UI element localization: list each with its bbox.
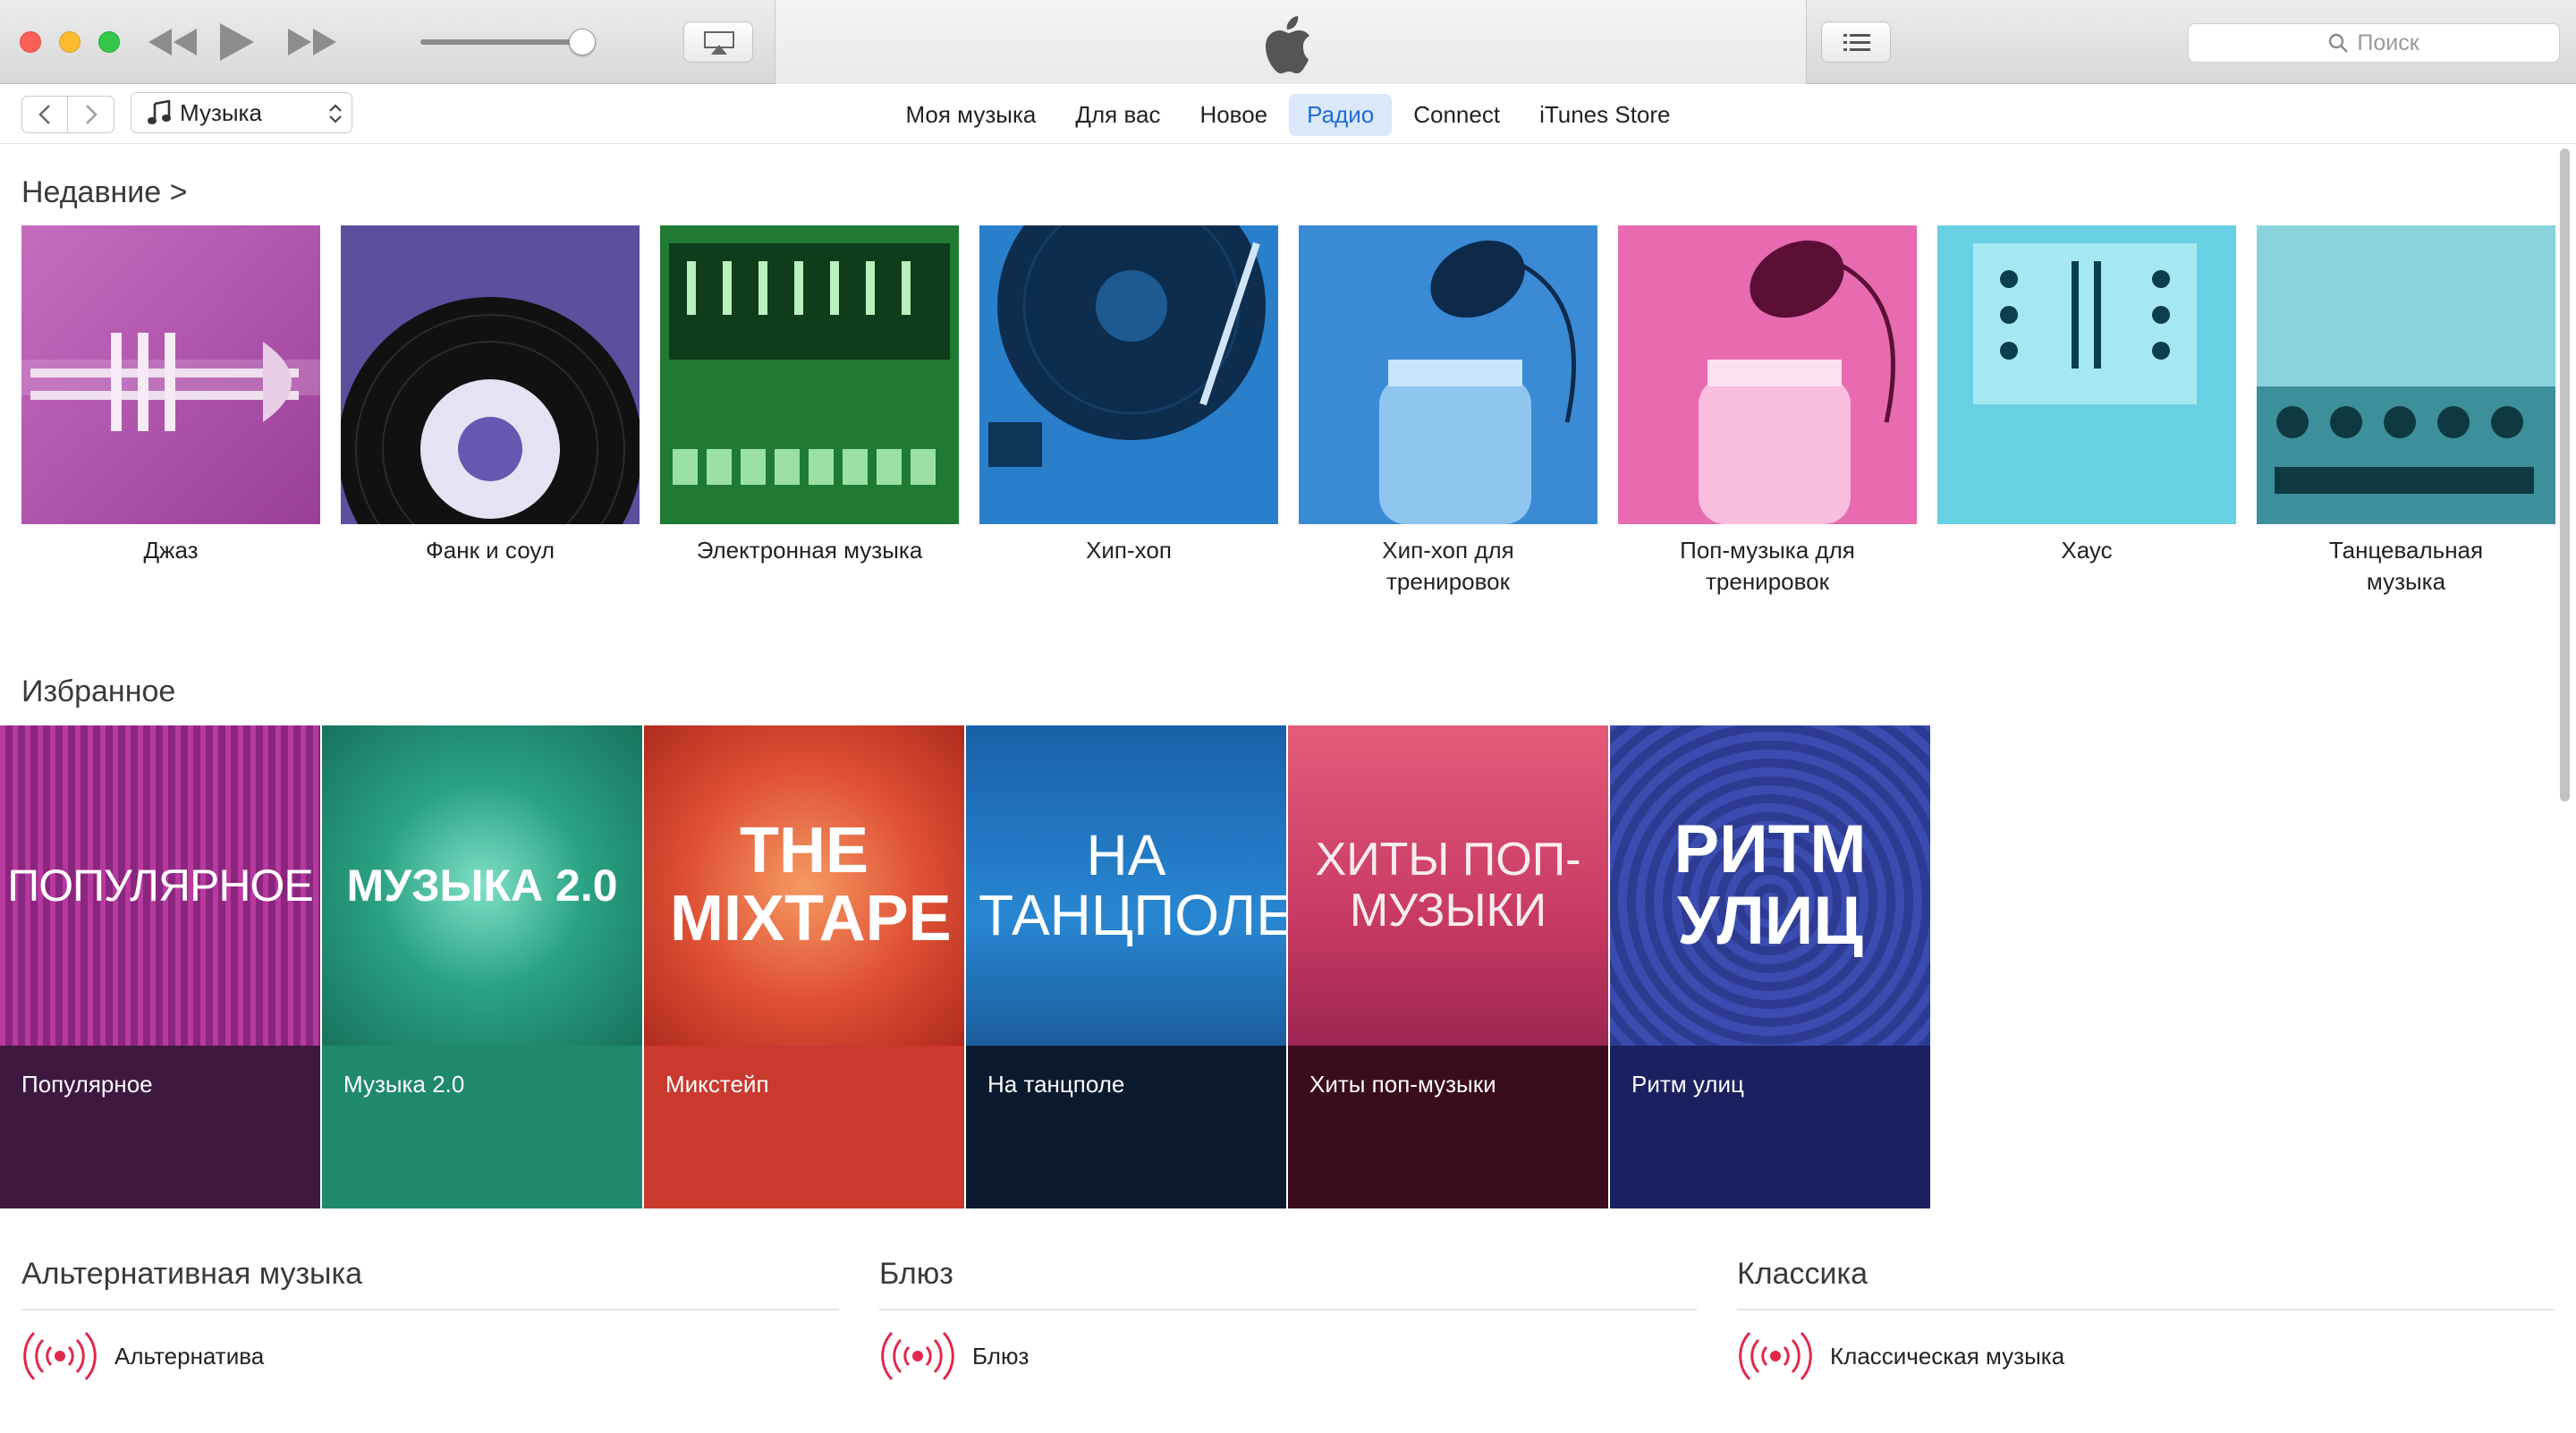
- radio-broadcast-icon: [1739, 1331, 1812, 1381]
- featured-card-mixtape[interactable]: THE MIXTAPE Микстейп: [644, 725, 964, 1208]
- recent-card-funk-soul[interactable]: [341, 225, 640, 524]
- featured-art-popular: ПОПУЛЯРНОЕ: [0, 725, 320, 1046]
- featured-art-pop-hits: ХИТЫ ПОП-МУЗЫКИ: [1288, 725, 1608, 1046]
- featured-card-music-2[interactable]: МУЗЫКА 2.0 Музыка 2.0: [322, 725, 642, 1208]
- apple-logo-icon: [1266, 16, 1309, 73]
- recent-card-hiphop[interactable]: [979, 225, 1278, 524]
- list-icon: [1843, 34, 1870, 51]
- zoom-window-button[interactable]: [98, 31, 120, 53]
- vinyl-record-icon: [341, 297, 640, 524]
- featured-label-popular: Популярное: [0, 1046, 320, 1208]
- featured-card-pop-hits[interactable]: ХИТЫ ПОП-МУЗЫКИ Хиты поп-музыки: [1288, 725, 1608, 1208]
- station-label-blues: Блюз: [972, 1342, 1030, 1369]
- tab-my-music[interactable]: Моя музыка: [887, 94, 1054, 136]
- featured-card-street-rhythm[interactable]: РИТМ УЛИЦ Ритм улиц: [1610, 725, 1930, 1208]
- station-blues[interactable]: Блюз: [879, 1329, 1029, 1383]
- minimize-window-button[interactable]: [59, 31, 80, 53]
- rewind-icon[interactable]: [148, 29, 197, 55]
- music-note-icon: [148, 100, 171, 124]
- genre-title-classical[interactable]: Классика: [1737, 1257, 1868, 1292]
- genre-title-alternative[interactable]: Альтернативная музыка: [21, 1257, 362, 1292]
- featured-art-mixtape: THE MIXTAPE: [644, 725, 964, 1046]
- library-label: Музыка: [180, 98, 262, 126]
- fast-forward-icon[interactable]: [288, 29, 336, 55]
- recent-label-dance[interactable]: Танцевальная музыка: [2257, 535, 2555, 598]
- chevron-right-icon: [85, 105, 97, 124]
- tab-for-you[interactable]: Для вас: [1057, 94, 1178, 136]
- drum-machine-icon: [660, 225, 959, 524]
- station-label-classical: Классическая музыка: [1830, 1342, 2065, 1369]
- water-bottle-icon: [1699, 240, 1895, 524]
- search-icon: [2329, 33, 2349, 53]
- featured-art-street-rhythm: РИТМ УЛИЦ: [1610, 725, 1930, 1046]
- recent-label-house[interactable]: Хаус: [1937, 535, 2236, 566]
- chevron-left-icon: [38, 105, 50, 124]
- recent-card-electronic[interactable]: [660, 225, 959, 524]
- recent-card-house[interactable]: [1937, 225, 2236, 524]
- station-label-alternative: Альтернатива: [114, 1342, 265, 1369]
- recent-label-hiphop[interactable]: Хип-хоп: [979, 535, 1278, 566]
- updown-chevron-icon: [329, 104, 342, 123]
- turntable-icon: [979, 225, 1278, 524]
- featured-label-music-2: Музыка 2.0: [322, 1046, 642, 1208]
- search-field[interactable]: Поиск: [2188, 23, 2560, 63]
- featured-section-title: Избранное: [21, 674, 176, 708]
- featured-label-street-rhythm: Ритм улиц: [1610, 1046, 1930, 1208]
- genre-divider: [21, 1309, 839, 1310]
- airplay-icon: [704, 31, 734, 55]
- title-bar: Поиск: [0, 0, 2576, 84]
- dj-controller-icon: [2257, 225, 2555, 524]
- recent-card-dance[interactable]: [2257, 225, 2555, 524]
- featured-card-popular[interactable]: ПОПУЛЯРНОЕ Популярное: [0, 725, 320, 1208]
- trumpet-icon: [21, 333, 320, 431]
- tab-bar: Моя музыка Для вас Новое Радио Connect i…: [0, 85, 2576, 144]
- search-placeholder: Поиск: [2357, 30, 2419, 55]
- genre-divider: [1737, 1309, 2555, 1310]
- close-window-button[interactable]: [20, 31, 41, 53]
- water-bottle-icon: [1379, 240, 1576, 524]
- airplay-button[interactable]: [683, 21, 753, 63]
- tab-radio[interactable]: Радио: [1289, 93, 1393, 136]
- recent-card-jazz[interactable]: [21, 225, 320, 524]
- featured-card-dancefloor[interactable]: НА ТАНЦПОЛЕ На танцполе: [966, 725, 1286, 1208]
- play-icon[interactable]: [220, 23, 254, 61]
- radio-broadcast-icon: [23, 1331, 97, 1381]
- featured-art-dancefloor: НА ТАНЦПОЛЕ: [966, 725, 1286, 1046]
- dj-mixer-icon: [1937, 225, 2236, 524]
- forward-button[interactable]: [68, 96, 114, 133]
- recent-label-jazz[interactable]: Джаз: [21, 535, 320, 566]
- recent-label-electronic[interactable]: Электронная музыка: [660, 535, 959, 566]
- recent-label-hiphop-workout[interactable]: Хип-хоп для тренировок: [1299, 535, 1597, 598]
- station-alternative[interactable]: Альтернатива: [21, 1329, 264, 1383]
- up-next-button[interactable]: [1821, 21, 1891, 63]
- genre-title-blues[interactable]: Блюз: [879, 1257, 953, 1292]
- volume-slider[interactable]: [420, 39, 590, 45]
- recent-label-funk-soul[interactable]: Фанк и соул: [341, 535, 640, 566]
- station-classical[interactable]: Классическая музыка: [1737, 1329, 2064, 1383]
- radio-broadcast-icon: [881, 1331, 954, 1381]
- recent-label-pop-workout[interactable]: Поп-музыка для тренировок: [1618, 535, 1917, 598]
- genre-divider: [879, 1309, 1697, 1310]
- featured-label-pop-hits: Хиты поп-музыки: [1288, 1046, 1608, 1208]
- volume-knob[interactable]: [569, 29, 596, 55]
- featured-label-mixtape: Микстейп: [644, 1046, 964, 1208]
- vertical-scrollbar[interactable]: [2560, 148, 2570, 801]
- tab-itunes-store[interactable]: iTunes Store: [1521, 94, 1688, 136]
- featured-art-music-2: МУЗЫКА 2.0: [322, 725, 642, 1046]
- lcd-panel: [775, 0, 1807, 84]
- recent-card-hiphop-workout[interactable]: [1299, 225, 1597, 524]
- library-selector[interactable]: Музыка: [131, 92, 352, 133]
- navigation-bar: Музыка Моя музыка Для вас Новое Радио Co…: [0, 85, 2576, 144]
- tab-connect[interactable]: Connect: [1395, 94, 1518, 136]
- tab-new[interactable]: Новое: [1182, 94, 1285, 136]
- back-button[interactable]: [21, 96, 68, 133]
- featured-label-dancefloor: На танцполе: [966, 1046, 1286, 1208]
- recent-section-title[interactable]: Недавние >: [21, 175, 188, 210]
- recent-card-pop-workout[interactable]: [1618, 225, 1917, 524]
